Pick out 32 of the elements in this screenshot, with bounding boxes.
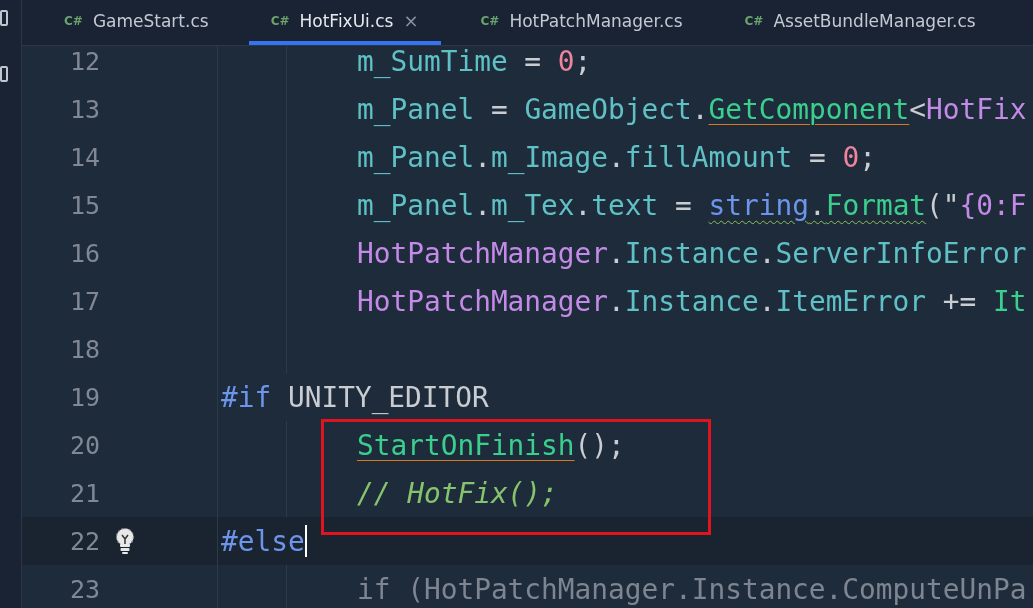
code-line: HotPatchManager.Instance.ItemError += It bbox=[356, 284, 1027, 318]
line-number: 17 bbox=[68, 286, 100, 316]
panel-icon[interactable] bbox=[0, 66, 8, 82]
line-number: 21 bbox=[68, 478, 100, 508]
code-line: // HotFix(); bbox=[356, 476, 558, 510]
file-tab[interactable]: C# HotFixUi.cs × bbox=[248, 0, 441, 45]
file-tab[interactable]: C# AssetBundleManager.cs bbox=[722, 0, 998, 45]
lightbulb-icon[interactable] bbox=[114, 527, 136, 555]
line-number: 20 bbox=[68, 430, 100, 460]
code-line: #else bbox=[221, 524, 305, 558]
code-line: StartOnFinish(); bbox=[356, 428, 625, 462]
code-line: m_SumTime = 0; bbox=[356, 46, 592, 78]
close-button[interactable]: × bbox=[403, 10, 419, 31]
text-cursor bbox=[304, 525, 307, 557]
code-line: m_Panel.m_Image.fillAmount = 0; bbox=[356, 140, 876, 174]
line-number: 13 bbox=[68, 94, 100, 124]
code-line: if (HotPatchManager.Instance.ComputeUnPa bbox=[356, 572, 1027, 606]
code-line: m_Panel = GameObject.GetComponent<HotFix bbox=[356, 92, 1027, 126]
file-tab[interactable]: C# HotPatchManager.cs bbox=[458, 0, 705, 45]
line-number: 23 bbox=[68, 574, 100, 604]
file-tab[interactable]: C# GameStart.cs bbox=[42, 0, 231, 45]
line-number: 14 bbox=[68, 142, 100, 172]
code-line: #if UNITY_EDITOR bbox=[221, 380, 489, 414]
code-line: m_Panel.m_Tex.text = string.Format("{0:F bbox=[356, 188, 1027, 222]
line-number: 16 bbox=[68, 238, 100, 268]
line-number: 19 bbox=[68, 382, 100, 412]
panel-icon[interactable] bbox=[0, 10, 8, 26]
line-number: 22 bbox=[68, 526, 100, 556]
line-number: 18 bbox=[68, 334, 100, 364]
line-number: 15 bbox=[68, 190, 100, 220]
code-line: HotPatchManager.Instance.ServerInfoError bbox=[356, 236, 1027, 270]
line-number: 12 bbox=[68, 46, 100, 76]
